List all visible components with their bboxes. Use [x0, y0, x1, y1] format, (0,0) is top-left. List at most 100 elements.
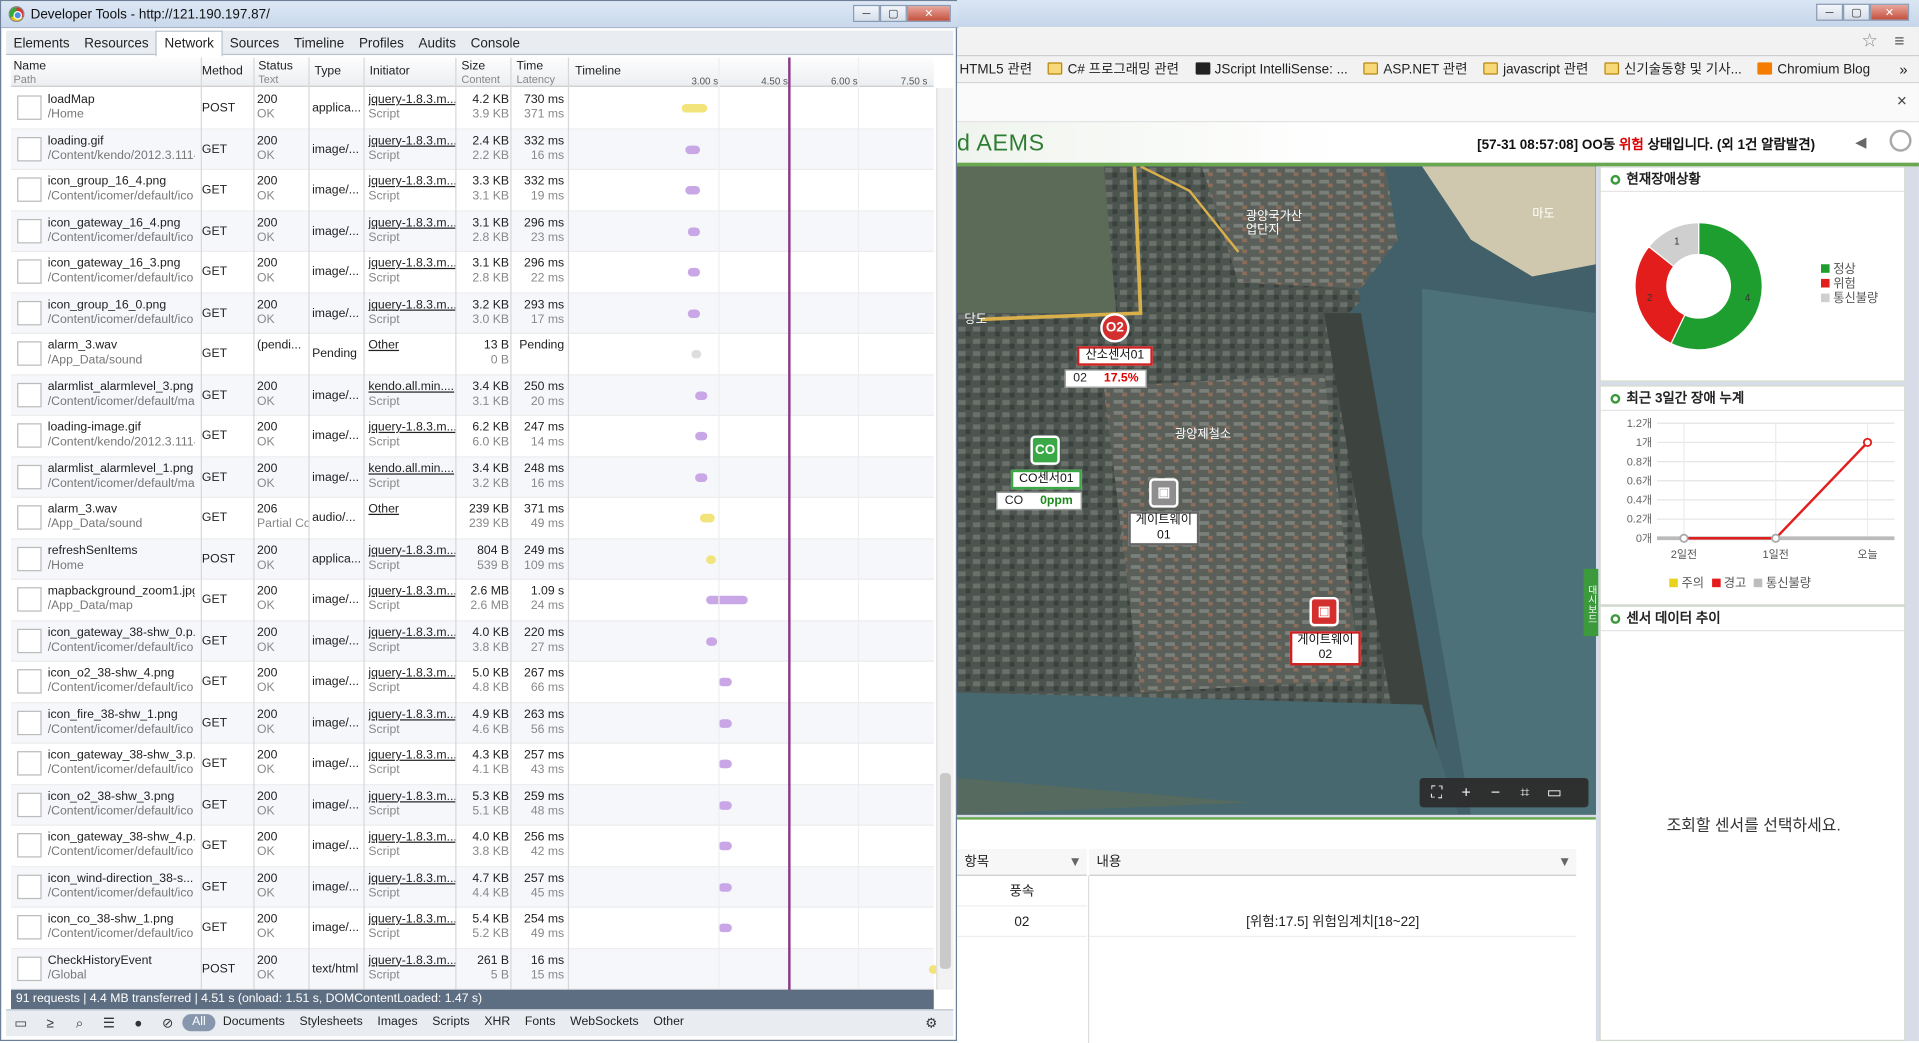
zoom-in-button[interactable]: +: [1454, 782, 1478, 804]
tab-elements[interactable]: Elements: [6, 32, 77, 56]
request-initiator[interactable]: jquery-1.8.3.m... Script: [368, 175, 456, 204]
tab-sources[interactable]: Sources: [222, 32, 286, 56]
request-initiator[interactable]: jquery-1.8.3.m... Script: [368, 790, 456, 819]
bookmark-item[interactable]: 신기술동향 및 기사...: [1604, 56, 1742, 82]
request-name[interactable]: icon_gateway_38-shw_4.p.../Content/icome…: [48, 831, 195, 860]
filter-fonts[interactable]: Fonts: [518, 1010, 563, 1034]
table-row[interactable]: icon_gateway_38-shw_3.p.../Content/icome…: [11, 744, 934, 785]
request-name[interactable]: icon_gateway_16_3.png/Content/icomer/def…: [48, 257, 195, 286]
column-header[interactable]: 항목 ▼: [957, 848, 1087, 876]
gateway-marker[interactable]: ▣: [1149, 478, 1179, 508]
request-initiator[interactable]: kendo.all.min.... Script: [368, 462, 456, 491]
request-initiator[interactable]: jquery-1.8.3.m... Script: [368, 421, 456, 450]
close-button[interactable]: ✕: [1869, 3, 1910, 21]
request-initiator[interactable]: jquery-1.8.3.m... Script: [368, 831, 456, 860]
fullextent-icon[interactable]: ⛶: [1425, 782, 1449, 804]
satellite-map[interactable]: 광양국가산업단지 마도 광양제철소 당도 O2 산소센서01 02 17.5% …: [957, 166, 1596, 815]
request-name[interactable]: icon_wind-direction_38-s.../Content/icom…: [48, 872, 195, 901]
table-row[interactable]: alarmlist_alarmlevel_3.png/Content/icome…: [11, 374, 934, 416]
maximize-button[interactable]: ▢: [879, 4, 907, 23]
request-name[interactable]: icon_group_16_4.png/Content/icomer/defau…: [48, 175, 195, 204]
co-sensor-marker[interactable]: CO: [1030, 435, 1060, 465]
request-initiator[interactable]: jquery-1.8.3.m... Script: [368, 93, 456, 122]
request-initiator[interactable]: jquery-1.8.3.m... Script: [368, 954, 456, 983]
bookmark-item[interactable]: JScript IntelliSense: ...: [1195, 56, 1348, 82]
table-row[interactable]: mapbackground_zoom1.jpg/App_Data/map GET 2…: [11, 580, 934, 621]
scrollbar[interactable]: [936, 88, 954, 990]
minimize-button[interactable]: ─: [852, 4, 880, 23]
request-initiator[interactable]: jquery-1.8.3.m... Script: [368, 298, 456, 327]
request-name[interactable]: icon_gateway_16_4.png/Content/icomer/def…: [48, 216, 195, 245]
col-method[interactable]: Method: [202, 65, 243, 78]
dashboard-side-tab[interactable]: 대시보드: [1583, 568, 1599, 637]
request-name[interactable]: icon_gateway_38-shw_3.p.../Content/icome…: [48, 749, 195, 778]
table-row[interactable]: icon_gateway_38-shw_0.p.../Content/icome…: [11, 620, 934, 662]
request-name[interactable]: icon_group_16_0.png/Content/icomer/defau…: [48, 298, 195, 327]
table-row[interactable]: icon_o2_38-shw_4.png/Content/icomer/defa…: [11, 662, 934, 703]
bookmark-item[interactable]: HTML5 관련: [959, 56, 1032, 82]
table-row[interactable]: icon_group_16_4.png/Content/icomer/defau…: [11, 170, 934, 212]
column-header[interactable]: 내용 ▼: [1089, 848, 1577, 876]
bookmark-item[interactable]: C# 프로그래밍 관련: [1048, 56, 1179, 82]
filter-stylesheets[interactable]: Stylesheets: [292, 1010, 370, 1034]
request-name[interactable]: refreshSenItems/Home: [48, 544, 195, 573]
filter-xhr[interactable]: XHR: [477, 1010, 518, 1034]
zoom-out-button[interactable]: −: [1483, 782, 1507, 804]
bookmark-overflow[interactable]: »: [1899, 56, 1907, 82]
grid-icon[interactable]: ⌗: [1513, 782, 1537, 804]
search-icon[interactable]: ⌕: [71, 1015, 88, 1032]
request-name[interactable]: icon_o2_38-shw_4.png/Content/icomer/defa…: [48, 667, 195, 696]
col-timeline[interactable]: Timeline: [575, 65, 621, 78]
speaker-icon[interactable]: ◀: [1855, 133, 1866, 150]
request-initiator[interactable]: jquery-1.8.3.m... Script: [368, 913, 456, 942]
filter-other[interactable]: Other: [646, 1010, 691, 1034]
request-name[interactable]: alarm_3.wav/App_Data/sound: [48, 503, 195, 532]
table-row[interactable]: loadMap/Home POST 200 OK applica... jquery-1.…: [11, 88, 934, 130]
request-name[interactable]: icon_gateway_38-shw_0.p.../Content/icome…: [48, 626, 195, 655]
line-point[interactable]: [1679, 533, 1689, 543]
filter-scripts[interactable]: Scripts: [425, 1010, 477, 1034]
dock-icon[interactable]: ▭: [12, 1015, 29, 1032]
record-icon[interactable]: ●: [130, 1015, 147, 1032]
marker-label[interactable]: 산소센서01: [1076, 346, 1153, 366]
close-icon[interactable]: ×: [1897, 91, 1907, 111]
request-initiator[interactable]: kendo.all.min.... Script: [368, 380, 456, 409]
request-name[interactable]: alarmlist_alarmlevel_3.png/Content/icome…: [48, 380, 195, 409]
col-status[interactable]: Status Text: [258, 60, 293, 87]
request-name[interactable]: loading.gif/Content/kendo/2012.3.1114: [48, 134, 195, 163]
table-row[interactable]: loading-image.gif/Content/kendo/2012.3.1…: [11, 416, 934, 457]
power-icon[interactable]: [1889, 129, 1912, 152]
line-point[interactable]: [1771, 533, 1781, 543]
col-name[interactable]: Name Path: [13, 60, 46, 87]
table-row[interactable]: icon_o2_38-shw_3.png/Content/icomer/defa…: [11, 784, 934, 826]
tab-network[interactable]: Network: [155, 30, 223, 57]
scrollbar-thumb[interactable]: [939, 773, 951, 969]
request-name[interactable]: loading-image.gif/Content/kendo/2012.3.1…: [48, 421, 195, 450]
table-row[interactable]: refreshSenItems/Home POST 200 OK applica... j…: [11, 538, 934, 580]
table-row[interactable]: icon_fire_38-shw_1.png/Content/icomer/de…: [11, 702, 934, 744]
maximize-button[interactable]: ▢: [1843, 3, 1870, 21]
request-name[interactable]: mapbackground_zoom1.jpg/App_Data/map: [48, 585, 195, 614]
o2-sensor-marker[interactable]: O2: [1100, 313, 1130, 343]
gear-icon[interactable]: ⚙: [923, 1015, 940, 1032]
col-initiator[interactable]: Initiator: [370, 65, 410, 78]
window-icon[interactable]: ▭: [1542, 782, 1566, 804]
table-row[interactable]: icon_wind-direction_38-s.../Content/icom…: [11, 866, 934, 908]
bookmark-item[interactable]: javascript 관련: [1483, 56, 1588, 82]
request-name[interactable]: alarm_3.wav/App_Data/sound: [48, 339, 195, 368]
bookmark-item[interactable]: ASP.NET 관련: [1363, 56, 1468, 82]
filter-icon[interactable]: ▼: [1558, 849, 1571, 876]
request-initiator[interactable]: Other: [368, 339, 456, 354]
col-type[interactable]: Type: [315, 65, 342, 78]
table-row[interactable]: loading.gif/Content/kendo/2012.3.1114 GET…: [11, 129, 934, 171]
star-icon[interactable]: ☆: [1861, 29, 1877, 52]
filter-all[interactable]: All: [182, 1014, 216, 1032]
table-row[interactable]: icon_gateway_16_3.png/Content/icomer/def…: [11, 252, 934, 293]
request-name[interactable]: CheckHistoryEvent/Global: [48, 954, 195, 983]
table-row[interactable]: alarm_3.wav/App_Data/sound GET (pendi... Pe…: [11, 334, 934, 375]
request-initiator[interactable]: jquery-1.8.3.m... Script: [368, 134, 456, 163]
request-initiator[interactable]: jquery-1.8.3.m... Script: [368, 216, 456, 245]
request-name[interactable]: loadMap/Home: [48, 93, 195, 122]
request-initiator[interactable]: jquery-1.8.3.m... Script: [368, 872, 456, 901]
tab-profiles[interactable]: Profiles: [352, 32, 412, 56]
